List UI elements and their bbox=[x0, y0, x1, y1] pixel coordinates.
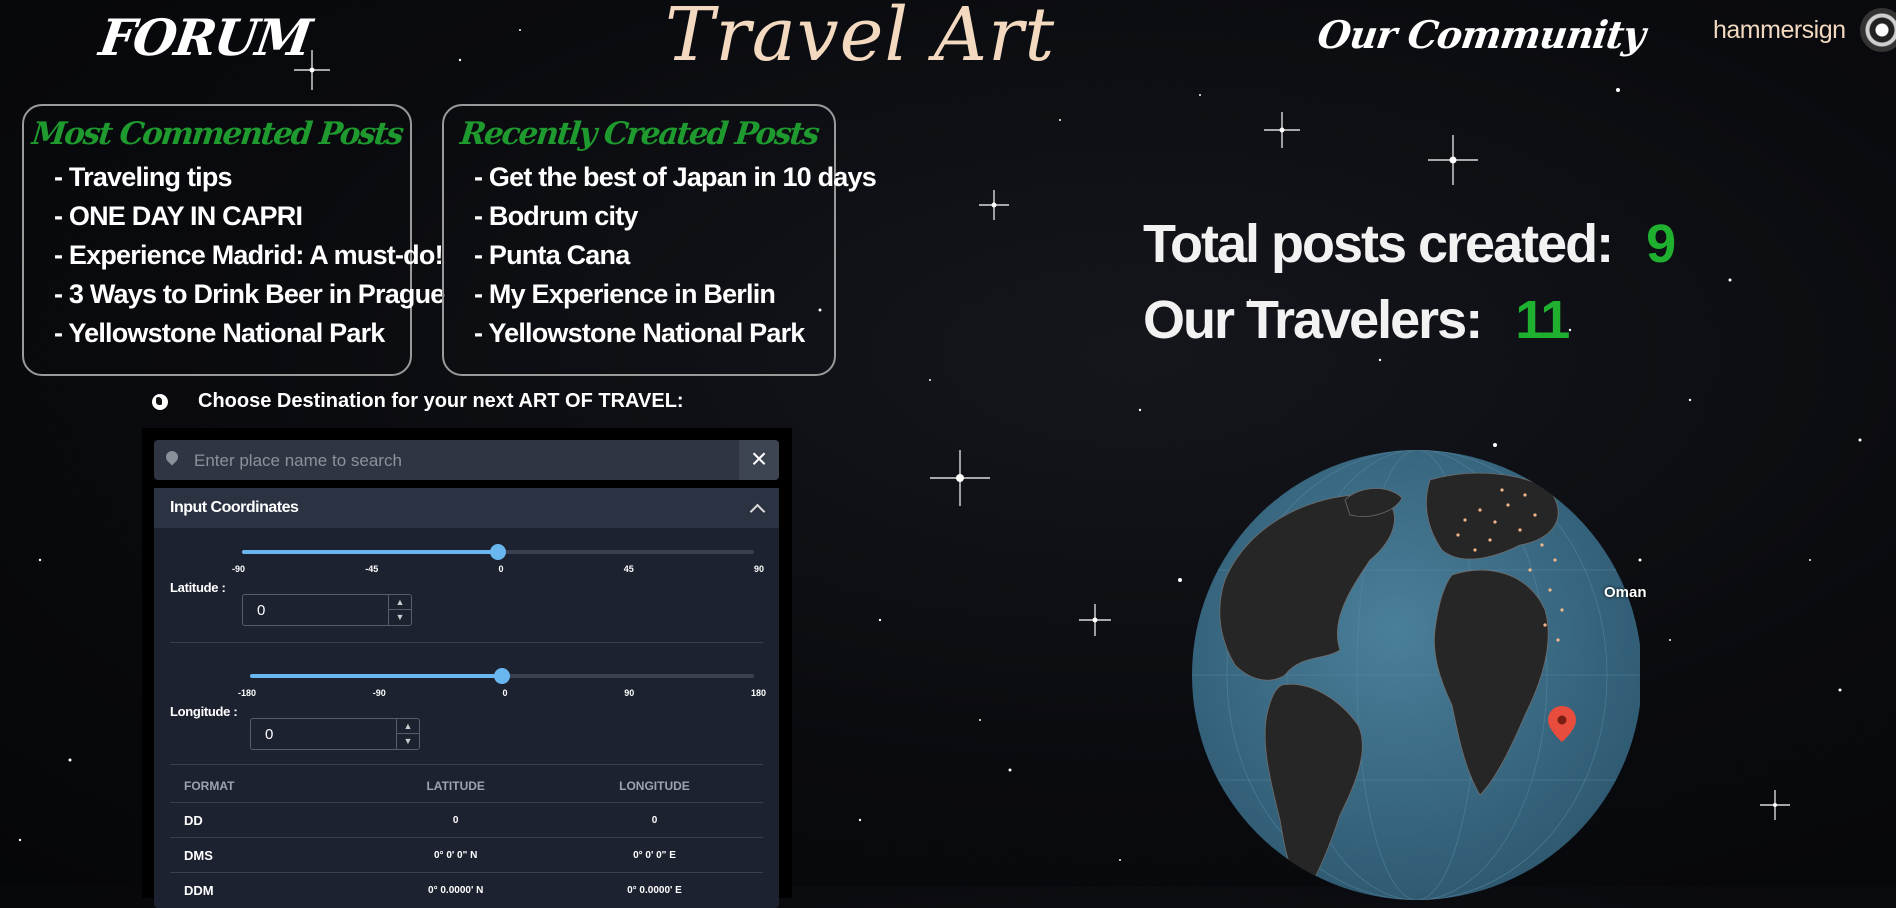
travelers-label: Our Travelers: bbox=[1143, 290, 1483, 350]
travelers-value: 11 bbox=[1515, 290, 1570, 350]
latitude-input[interactable] bbox=[255, 595, 379, 625]
tick-label: -90 bbox=[372, 688, 386, 698]
input-coordinates-header[interactable]: Input Coordinates bbox=[154, 488, 779, 528]
nav-forum-link[interactable]: FORUM bbox=[96, 8, 314, 67]
total-posts-stat: Total posts created: 9 bbox=[1143, 206, 1676, 282]
table-cell: DD bbox=[170, 802, 366, 838]
total-posts-value: 9 bbox=[1646, 214, 1676, 274]
post-link[interactable]: Punta Cana bbox=[474, 236, 834, 275]
tick-label: 90 bbox=[624, 688, 635, 698]
latitude-label: Latitude : bbox=[170, 580, 226, 595]
coordinate-format-table: FORMAT LATITUDE LONGITUDE DD 0 0 DMS 0° … bbox=[170, 770, 763, 907]
input-coordinates-title: Input Coordinates bbox=[170, 499, 299, 516]
table-row: DDM 0° 0.0000' N 0° 0.0000' E bbox=[170, 872, 763, 907]
latitude-slider[interactable] bbox=[242, 544, 754, 560]
table-cell: 0 bbox=[365, 802, 546, 838]
table-header: LATITUDE bbox=[426, 779, 485, 793]
table-cell: 0° 0.0000' E bbox=[545, 872, 763, 907]
latitude-stepper[interactable]: ▲ ▼ bbox=[388, 595, 411, 625]
most-commented-heading: Most Commented Posts bbox=[30, 116, 404, 152]
site-title[interactable]: Travel Art bbox=[665, 0, 1055, 78]
tick-label: 90 bbox=[753, 564, 764, 574]
post-link[interactable]: Bodrum city bbox=[474, 197, 834, 236]
chevron-down-icon[interactable]: ▼ bbox=[389, 610, 411, 624]
tick-label: 0 bbox=[498, 564, 504, 574]
longitude-input[interactable] bbox=[263, 719, 387, 749]
tick-label: 180 bbox=[750, 688, 766, 698]
user-menu[interactable]: hammersign bbox=[1713, 8, 1896, 52]
coordinate-picker-panel: × Input Coordinates -90 -45 0 45 90 Lati… bbox=[142, 428, 792, 908]
globe-map[interactable] bbox=[1190, 450, 1642, 900]
latitude-ticks: -90 -45 0 45 90 bbox=[232, 564, 764, 574]
close-icon[interactable]: × bbox=[739, 440, 779, 480]
table-cell: DDM bbox=[170, 872, 366, 907]
table-header: LONGITUDE bbox=[619, 779, 690, 793]
place-search: × bbox=[154, 440, 779, 482]
divider bbox=[170, 642, 763, 643]
table-header-row: FORMAT LATITUDE LONGITUDE bbox=[170, 770, 763, 803]
username[interactable]: hammersign bbox=[1713, 16, 1846, 45]
travelers-stat: Our Travelers: 11 bbox=[1143, 282, 1674, 358]
chevron-up-icon[interactable]: ▲ bbox=[397, 719, 419, 734]
input-coordinates-section: Input Coordinates -90 -45 0 45 90 Latitu… bbox=[154, 488, 779, 908]
table-header: FORMAT bbox=[184, 779, 235, 793]
recent-posts-list: Get the best of Japan in 10 days Bodrum … bbox=[444, 158, 877, 353]
table-cell: 0° 0.0000' N bbox=[365, 872, 546, 907]
longitude-stepper[interactable]: ▲ ▼ bbox=[396, 719, 419, 749]
table-cell: 0° 0' 0" N bbox=[365, 837, 546, 873]
tick-label: 45 bbox=[623, 564, 634, 574]
globe-svg[interactable] bbox=[1190, 450, 1642, 900]
recent-posts-box: Recently Created Posts Get the best of J… bbox=[442, 104, 877, 376]
table-cell: 0° 0' 0" E bbox=[545, 837, 763, 873]
tick-label: -90 bbox=[232, 564, 246, 574]
longitude-ticks: -180 -90 0 90 180 bbox=[238, 688, 766, 698]
post-link[interactable]: 3 Ways to Drink Beer in Prague bbox=[54, 275, 445, 314]
map-pin-icon bbox=[163, 448, 181, 466]
site-stats: Total posts created: 9 Our Travelers: 11 bbox=[1143, 206, 1676, 358]
place-search-input[interactable] bbox=[192, 440, 736, 482]
tick-label: -45 bbox=[365, 564, 379, 574]
most-commented-list: Traveling tips ONE DAY IN CAPRI Experien… bbox=[24, 158, 445, 353]
post-link[interactable]: Get the best of Japan in 10 days bbox=[474, 158, 877, 197]
longitude-slider-fill bbox=[250, 674, 502, 678]
post-link[interactable]: My Experience in Berlin bbox=[474, 275, 834, 314]
total-posts-label: Total posts created: bbox=[1143, 214, 1614, 274]
table-row: DD 0 0 bbox=[170, 802, 763, 838]
globe-icon bbox=[152, 393, 168, 410]
chevron-down-icon[interactable]: ▼ bbox=[397, 734, 419, 748]
latitude-field[interactable]: ▲ ▼ bbox=[242, 594, 412, 626]
destination-prompt-text: Choose Destination for your next ART OF … bbox=[198, 390, 684, 412]
tick-label: -180 bbox=[238, 688, 257, 698]
divider bbox=[170, 764, 763, 765]
post-link[interactable]: ONE DAY IN CAPRI bbox=[54, 197, 410, 236]
longitude-label: Longitude : bbox=[170, 704, 238, 719]
post-link[interactable]: Yellowstone National Park bbox=[54, 314, 410, 353]
recent-posts-heading: Recently Created Posts bbox=[458, 116, 820, 152]
table-cell: 0 bbox=[545, 802, 763, 838]
table-cell: DMS bbox=[170, 837, 366, 873]
latitude-slider-fill bbox=[242, 550, 498, 554]
longitude-field[interactable]: ▲ ▼ bbox=[250, 718, 420, 750]
table-row: DMS 0° 0' 0" N 0° 0' 0" E bbox=[170, 837, 763, 873]
post-link[interactable]: Traveling tips bbox=[54, 158, 410, 197]
post-link[interactable]: Experience Madrid: A must-do! bbox=[54, 236, 444, 275]
nav-community-link[interactable]: Our Community bbox=[1315, 12, 1648, 57]
chevron-up-icon[interactable]: ▲ bbox=[389, 595, 411, 610]
longitude-slider-thumb[interactable] bbox=[494, 668, 510, 684]
chevron-up-icon[interactable] bbox=[749, 503, 766, 519]
post-link[interactable]: Yellowstone National Park bbox=[474, 314, 834, 353]
most-commented-posts-box: Most Commented Posts Traveling tips ONE … bbox=[22, 104, 445, 376]
tick-label: 0 bbox=[502, 688, 508, 698]
destination-prompt: Choose Destination for your next ART OF … bbox=[152, 390, 684, 413]
avatar[interactable] bbox=[1859, 8, 1896, 52]
longitude-slider[interactable] bbox=[250, 668, 754, 684]
globe-country-label: Oman bbox=[1604, 584, 1647, 601]
latitude-slider-thumb[interactable] bbox=[490, 544, 506, 560]
